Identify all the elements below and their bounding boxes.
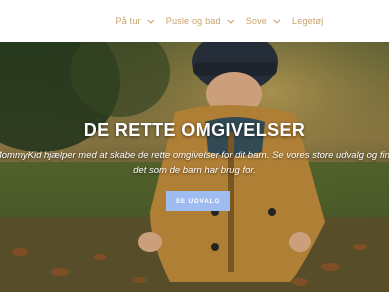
nav-item-label: Pusle og bad [165, 16, 221, 26]
hero-banner: DE RETTE OMGIVELSER MommyKid hjælper med… [0, 42, 389, 292]
hero-description-line: det som de barn har brug for. [133, 165, 256, 176]
nav-item-label: Legetøj [292, 16, 324, 26]
chevron-down-icon [273, 16, 281, 24]
nav-item-label: Sove [245, 16, 268, 26]
main-navigation: På tur Pusle og bad Sove Legetøj [0, 0, 389, 42]
hero-description-line: MommyKid hjælper med at skabe de rette o… [0, 150, 389, 161]
see-selection-button[interactable]: SE UDVALG [166, 191, 230, 211]
hero-description: MommyKid hjælper med at skabe de rette o… [0, 148, 389, 178]
nav-item-label: På tur [115, 16, 141, 26]
hero-title: DE RETTE OMGIVELSER [83, 120, 306, 140]
nav-item-sove[interactable]: Sove [245, 16, 281, 26]
nav-item-pusle-og-bad[interactable]: Pusle og bad [165, 16, 235, 26]
nav-item-legetoj[interactable]: Legetøj [292, 16, 323, 26]
chevron-down-icon [147, 16, 155, 24]
chevron-down-icon [227, 16, 235, 24]
nav-item-pa-tur[interactable]: På tur [115, 16, 155, 26]
